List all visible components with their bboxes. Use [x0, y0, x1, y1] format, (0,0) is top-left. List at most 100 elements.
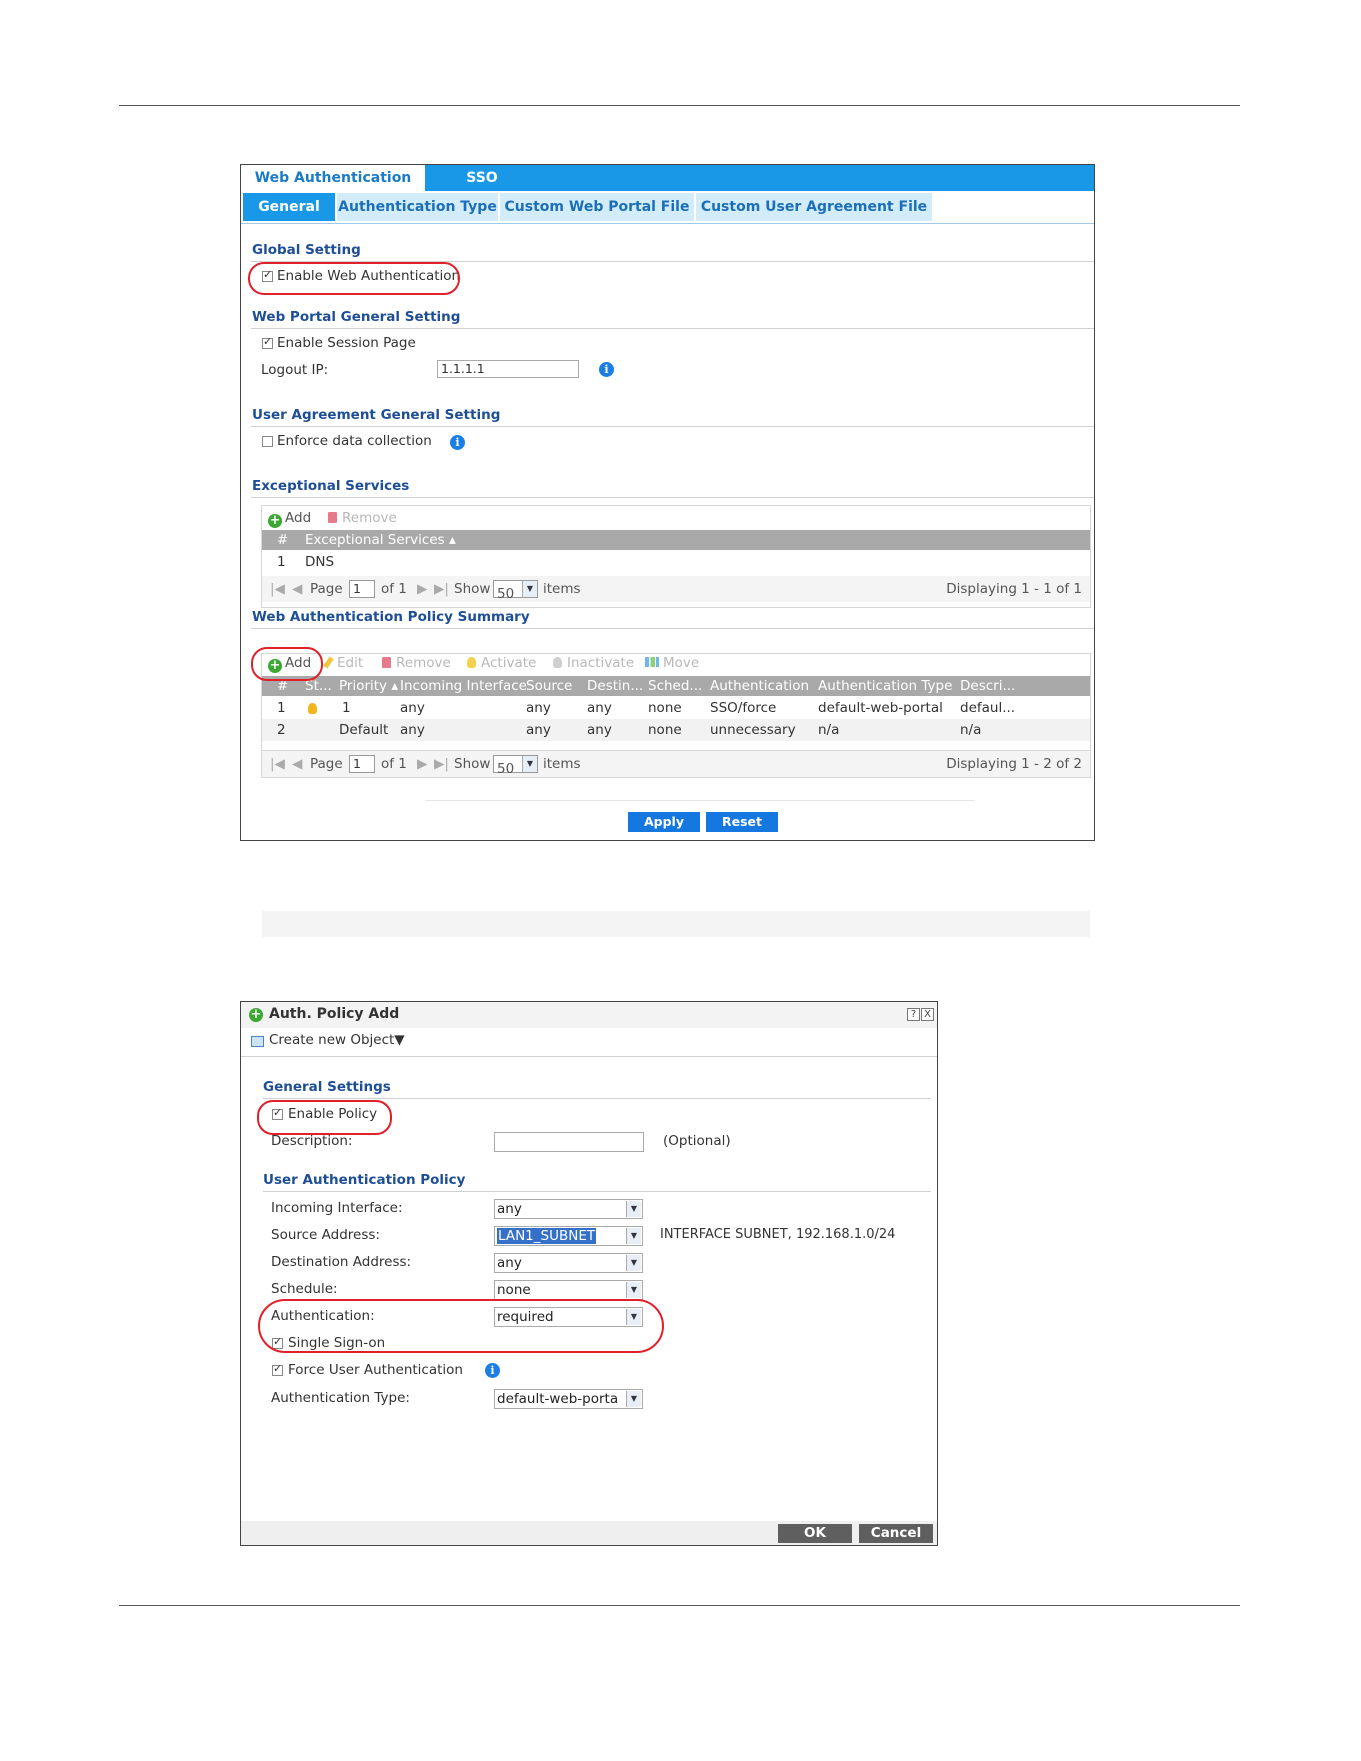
column-header-authentication-type[interactable]: Authentication Type	[818, 676, 952, 696]
tab-web-authentication[interactable]: Web Authentication	[241, 165, 425, 191]
page-input[interactable]: 1	[349, 580, 375, 598]
activate-policy-button[interactable]: Activate	[467, 655, 536, 671]
row-authentication-type: default-web-portal	[818, 700, 943, 716]
logout-ip-input[interactable]: 1.1.1.1	[437, 360, 579, 378]
create-object-bar: Create new Object▼	[241, 1028, 937, 1057]
show-select[interactable]: 50 ▼	[493, 580, 538, 602]
info-icon[interactable]: i	[599, 362, 614, 377]
last-page-icon[interactable]: ▶|	[434, 576, 449, 602]
destination-address-select[interactable]: any ▼	[494, 1253, 643, 1273]
subtab-general[interactable]: General	[243, 193, 335, 221]
divider	[263, 1191, 931, 1192]
highlight-oval	[248, 262, 460, 295]
add-service-button[interactable]: + Add	[268, 510, 311, 528]
destination-address-label: Destination Address:	[271, 1254, 412, 1270]
select-value: any	[497, 1255, 522, 1271]
global-setting-title: Global Setting	[252, 242, 361, 258]
force-user-auth-checkbox[interactable]	[272, 1362, 283, 1376]
remove-policy-button[interactable]: Remove	[382, 655, 451, 671]
sub-tab-bar: General Authentication Type Custom Web P…	[241, 193, 1094, 224]
page-label: Page	[310, 581, 343, 597]
select-value: LAN1_SUBNET	[497, 1228, 597, 1244]
close-icon[interactable]: X	[921, 1008, 934, 1021]
column-header-destination[interactable]: Destin...	[587, 676, 643, 696]
schedule-select[interactable]: none ▼	[494, 1280, 643, 1300]
policy-summary-grid: + Add Edit Remove Activate Inactivate Mov…	[261, 653, 1091, 751]
show-value: 50	[497, 761, 515, 777]
enforce-data-collection-checkbox[interactable]	[262, 436, 273, 447]
move-policy-button[interactable]: Move	[645, 655, 699, 671]
column-header-source[interactable]: Source	[526, 676, 572, 696]
enable-session-page-checkbox[interactable]	[262, 335, 273, 349]
row-incoming: any	[400, 722, 425, 738]
show-value: 50	[497, 586, 515, 602]
select-value: any	[497, 1201, 522, 1217]
authentication-type-label: Authentication Type:	[271, 1390, 410, 1406]
add-icon: +	[268, 513, 282, 528]
column-header-num[interactable]: #	[277, 530, 288, 550]
subtab-custom-user-agreement-file[interactable]: Custom User Agreement File	[696, 193, 932, 221]
authentication-type-select[interactable]: default-web-porta ▼	[494, 1389, 643, 1409]
column-header-priority[interactable]: Priority ▴	[339, 676, 398, 696]
help-icon[interactable]: ?	[907, 1008, 920, 1021]
web-portal-setting-title: Web Portal General Setting	[252, 309, 461, 325]
cancel-button[interactable]: Cancel	[859, 1524, 933, 1543]
schedule-label: Schedule:	[271, 1281, 338, 1297]
column-header-authentication[interactable]: Authentication	[710, 676, 809, 696]
next-page-icon[interactable]: ▶	[417, 576, 427, 602]
subtab-custom-web-portal-file[interactable]: Custom Web Portal File	[500, 193, 694, 221]
remove-service-button[interactable]: Remove	[328, 510, 397, 526]
subtab-authentication-type[interactable]: Authentication Type	[337, 193, 498, 221]
chevron-down-icon: ▼	[626, 1228, 641, 1244]
column-header-description[interactable]: Descri...	[960, 676, 1015, 696]
chevron-down-icon: ▼	[626, 1391, 641, 1407]
show-label: Show	[454, 581, 491, 597]
page-input[interactable]: 1	[349, 755, 375, 773]
show-select[interactable]: 50 ▼	[493, 755, 538, 777]
table-row[interactable]: 1 DNS	[262, 551, 1090, 573]
apply-button[interactable]: Apply	[628, 812, 700, 832]
tab-sso[interactable]: SSO	[437, 165, 527, 191]
info-icon[interactable]: i	[450, 435, 465, 450]
pager	[262, 911, 1090, 937]
dialog-title-bar: + Auth. Policy Add ? X	[241, 1002, 937, 1028]
first-page-icon[interactable]: |◀	[270, 576, 285, 602]
chevron-down-icon: ▼	[626, 1201, 641, 1217]
next-page-icon[interactable]: ▶	[417, 751, 427, 777]
reset-button[interactable]: Reset	[706, 812, 778, 832]
row-schedule: none	[648, 700, 682, 716]
row-service: DNS	[305, 554, 335, 570]
info-icon[interactable]: i	[485, 1363, 500, 1378]
column-header-exceptional-services[interactable]: Exceptional Services ▴	[305, 530, 456, 550]
page-footer-rule	[119, 1605, 1240, 1606]
divider	[263, 1098, 931, 1099]
source-address-label: Source Address:	[271, 1227, 380, 1243]
column-header-incoming-interface[interactable]: Incoming Interface	[400, 676, 527, 696]
select-value: none	[497, 1282, 531, 1298]
first-page-icon[interactable]: |◀	[270, 751, 285, 777]
trash-icon	[328, 512, 337, 523]
prev-page-icon[interactable]: ◀	[292, 751, 302, 777]
table-row[interactable]: 1 1 any any any none SSO/force default-w…	[262, 697, 1090, 719]
exceptional-services-grid: + Add Remove # Exceptional Services ▴ 1 D…	[261, 505, 1091, 608]
table-row[interactable]: 2 Default any any any none unnecessary n…	[262, 719, 1090, 741]
pager: |◀ ◀ Page 1 of 1 ▶ ▶| Show 50 ▼ items Di…	[262, 576, 1090, 602]
move-icon	[645, 657, 659, 667]
prev-page-icon[interactable]: ◀	[292, 576, 302, 602]
dialog-footer: OK Cancel	[241, 1521, 937, 1545]
chevron-down-icon: ▼	[626, 1282, 641, 1298]
enforce-data-collection-label: Enforce data collection	[277, 433, 432, 449]
last-page-icon[interactable]: ▶|	[434, 751, 449, 777]
incoming-interface-select[interactable]: any ▼	[494, 1199, 643, 1219]
incoming-interface-label: Incoming Interface:	[271, 1200, 403, 1216]
column-header-schedule[interactable]: Sched...	[648, 676, 702, 696]
ok-button[interactable]: OK	[778, 1524, 852, 1543]
chevron-down-icon: ▼	[522, 581, 537, 597]
general-settings-title: General Settings	[263, 1079, 391, 1095]
create-new-object-menu[interactable]: Create new Object▼	[269, 1032, 405, 1048]
inactivate-policy-button[interactable]: Inactivate	[553, 655, 634, 671]
source-address-select[interactable]: LAN1_SUBNET ▼	[494, 1226, 643, 1246]
edit-policy-button[interactable]: Edit	[323, 655, 363, 671]
description-input[interactable]	[494, 1132, 644, 1152]
select-value: default-web-porta	[497, 1391, 619, 1407]
